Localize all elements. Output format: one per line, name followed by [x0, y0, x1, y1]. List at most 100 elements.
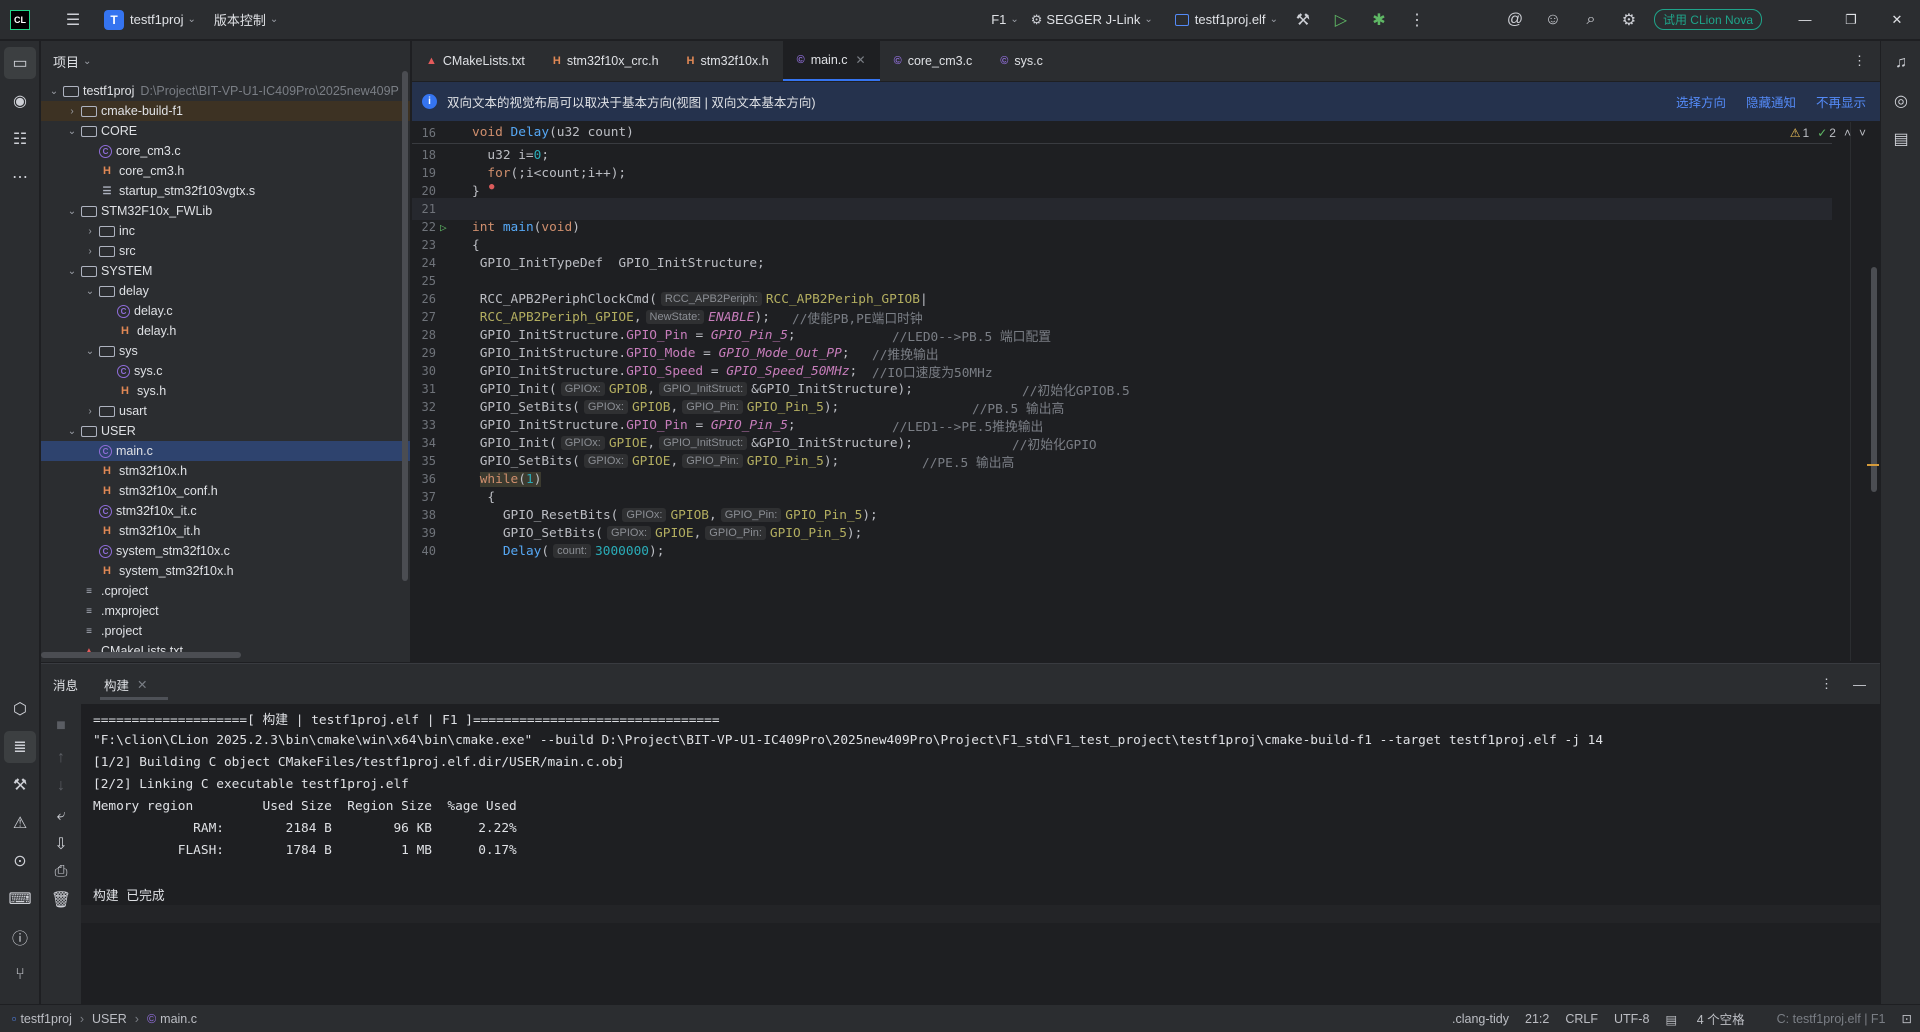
- intention-bulb-icon[interactable]: ●: [489, 182, 494, 192]
- cmake-tool-button[interactable]: ⚒: [4, 769, 36, 801]
- ai-assistant-button[interactable]: @: [1496, 0, 1534, 40]
- stop-build-button[interactable]: ■: [45, 710, 77, 742]
- tree-folder[interactable]: ⌄ USER: [41, 421, 410, 441]
- chevron-down-icon[interactable]: ˅: [1859, 126, 1866, 140]
- linter-status[interactable]: .clang-tidy: [1452, 1012, 1509, 1026]
- build-button[interactable]: ⚒: [1284, 0, 1322, 40]
- tree-folder[interactable]: › src: [41, 241, 410, 261]
- app-logo[interactable]: CL: [0, 0, 36, 40]
- tree-file[interactable]: Hsys.h: [41, 381, 410, 401]
- tree-file[interactable]: Csys.c: [41, 361, 410, 381]
- chevron-down-icon[interactable]: ⌄: [83, 286, 97, 297]
- tree-file[interactable]: Hstm32f10x.h: [41, 461, 410, 481]
- tree-folder[interactable]: › cmake-build-f1: [41, 101, 410, 121]
- tree-file[interactable]: ≡ .cproject: [41, 581, 410, 601]
- chevron-up-icon[interactable]: ˄: [1844, 126, 1851, 140]
- chevron-down-icon[interactable]: ⌄: [47, 86, 61, 97]
- main-menu-button[interactable]: ☰: [54, 0, 92, 40]
- tree-file[interactable]: ≡ .project: [41, 621, 410, 641]
- minimize-panel-icon[interactable]: —: [1853, 677, 1866, 692]
- database-button[interactable]: ▤: [1885, 123, 1917, 155]
- chevron-down-icon[interactable]: ⌄: [83, 346, 97, 357]
- services-tool-button[interactable]: ⬡: [4, 693, 36, 725]
- run-target-selector[interactable]: testf1proj.elf ⌄: [1169, 0, 1284, 40]
- editor-tab[interactable]: Hstm32f10x.h: [673, 41, 783, 81]
- vertical-scrollbar[interactable]: [402, 71, 408, 581]
- trial-badge[interactable]: 试用 CLion Nova: [1648, 0, 1768, 40]
- close-icon[interactable]: ✕: [856, 53, 866, 67]
- chevron-down-icon[interactable]: ⌄: [65, 266, 79, 277]
- resolve-context[interactable]: C: testf1proj.elf | F1: [1777, 1012, 1886, 1026]
- close-icon[interactable]: ✕: [137, 677, 147, 692]
- chevron-right-icon[interactable]: ›: [65, 106, 79, 117]
- breadcrumb-file[interactable]: main.c: [160, 1012, 197, 1026]
- dont-show-again-link[interactable]: 不再显示: [1816, 92, 1866, 111]
- minimize-button[interactable]: —: [1782, 0, 1828, 40]
- settings-button[interactable]: ⚙: [1610, 0, 1648, 40]
- code-line[interactable]: 40 Delay(count: 3000000);: [412, 540, 1832, 562]
- tree-folder[interactable]: ⌄ sys: [41, 341, 410, 361]
- lock-icon[interactable]: ⊡: [1902, 1011, 1912, 1026]
- problems-list-button[interactable]: ⓘ: [4, 921, 36, 953]
- problems-tool-button[interactable]: ⚠: [4, 807, 36, 839]
- tree-folder[interactable]: ⌄ CORE: [41, 121, 410, 141]
- more-actions-button[interactable]: ⋮: [1398, 0, 1436, 40]
- warning-stripe-marker[interactable]: [1867, 464, 1879, 466]
- tree-file[interactable]: ▲ CMakeLists.txt: [41, 641, 410, 661]
- chevron-right-icon[interactable]: ›: [83, 246, 97, 257]
- next-message-button[interactable]: ↓: [45, 770, 77, 802]
- indent-setting[interactable]: ▤ 4 个空格: [1665, 1009, 1760, 1028]
- more-tools-button[interactable]: ⋯: [4, 161, 36, 193]
- clear-button[interactable]: 🗑: [45, 884, 77, 916]
- tree-file[interactable]: ☰ startup_stm32f103vgtx.s: [41, 181, 410, 201]
- build-output[interactable]: ====================[ 构建 | testf1proj.el…: [81, 704, 1880, 1004]
- build-config-selector[interactable]: F1 ⌄: [985, 0, 1025, 40]
- add-user-button[interactable]: ☺: [1534, 0, 1572, 40]
- run-tool-button[interactable]: ⊙: [4, 845, 36, 877]
- vcs-menu[interactable]: 版本控制 ⌄: [208, 0, 284, 40]
- more-vertical-icon[interactable]: ⋮: [1820, 676, 1833, 692]
- tree-file[interactable]: Cstm32f10x_it.c: [41, 501, 410, 521]
- run-gutter-icon[interactable]: ▷: [440, 221, 447, 234]
- chevron-down-icon[interactable]: ⌄: [65, 206, 79, 217]
- ai-chat-button[interactable]: ◎: [1885, 85, 1917, 117]
- tab-build[interactable]: 构建 ✕: [100, 664, 167, 704]
- more-vertical-icon[interactable]: ⋮: [1853, 41, 1866, 81]
- notifications-button[interactable]: ♫: [1885, 47, 1917, 79]
- editor-tab[interactable]: © core_cm3.c: [880, 41, 987, 81]
- git-tool-button[interactable]: ⑂: [4, 959, 36, 991]
- run-button[interactable]: ▷: [1322, 0, 1360, 40]
- tree-file[interactable]: Hstm32f10x_it.h: [41, 521, 410, 541]
- file-encoding[interactable]: UTF-8: [1614, 1012, 1649, 1026]
- code-editor[interactable]: 16 void Delay(u32 count) 18 u32 i=0; 19 f…: [412, 122, 1880, 661]
- tree-file[interactable]: Hcore_cm3.h: [41, 161, 410, 181]
- choose-direction-link[interactable]: 选择方向: [1676, 92, 1726, 111]
- tree-file[interactable]: Hstm32f10x_conf.h: [41, 481, 410, 501]
- restore-button[interactable]: ❐: [1828, 0, 1874, 40]
- chevron-down-icon[interactable]: ⌄: [65, 426, 79, 437]
- tree-folder[interactable]: › usart: [41, 401, 410, 421]
- tree-folder[interactable]: ⌄ delay: [41, 281, 410, 301]
- debug-button[interactable]: ✱: [1360, 0, 1398, 40]
- caret-position[interactable]: 21:2: [1525, 1012, 1549, 1026]
- chevron-right-icon[interactable]: ›: [83, 406, 97, 417]
- tree-file[interactable]: ≡ .mxproject: [41, 601, 410, 621]
- structure-tool-button[interactable]: ☷: [4, 123, 36, 155]
- tree-file[interactable]: Hdelay.h: [41, 321, 410, 341]
- breadcrumb-project[interactable]: testf1proj: [20, 1012, 71, 1026]
- tree-file[interactable]: Hsystem_stm32f10x.h: [41, 561, 410, 581]
- tree-folder[interactable]: ⌄ STM32F10x_FWLib: [41, 201, 410, 221]
- debugger-selector[interactable]: ⚙ SEGGER J-Link ⌄: [1025, 0, 1159, 40]
- project-panel-header[interactable]: 项目 ⌄: [41, 41, 410, 81]
- commit-tool-button[interactable]: ◉: [4, 85, 36, 117]
- tree-file[interactable]: Cmain.c: [41, 441, 410, 461]
- line-separator[interactable]: CRLF: [1565, 1012, 1598, 1026]
- terminal-tool-button[interactable]: ⌨: [4, 883, 36, 915]
- horizontal-scrollbar[interactable]: [41, 652, 241, 658]
- tree-file[interactable]: Csystem_stm32f10x.c: [41, 541, 410, 561]
- close-window-button[interactable]: ✕: [1874, 0, 1920, 40]
- editor-tab[interactable]: ▲ CMakeLists.txt: [412, 41, 539, 81]
- tree-file[interactable]: Ccore_cm3.c: [41, 141, 410, 161]
- tree-folder[interactable]: › inc: [41, 221, 410, 241]
- editor-tab[interactable]: Hstm32f10x_crc.h: [539, 41, 673, 81]
